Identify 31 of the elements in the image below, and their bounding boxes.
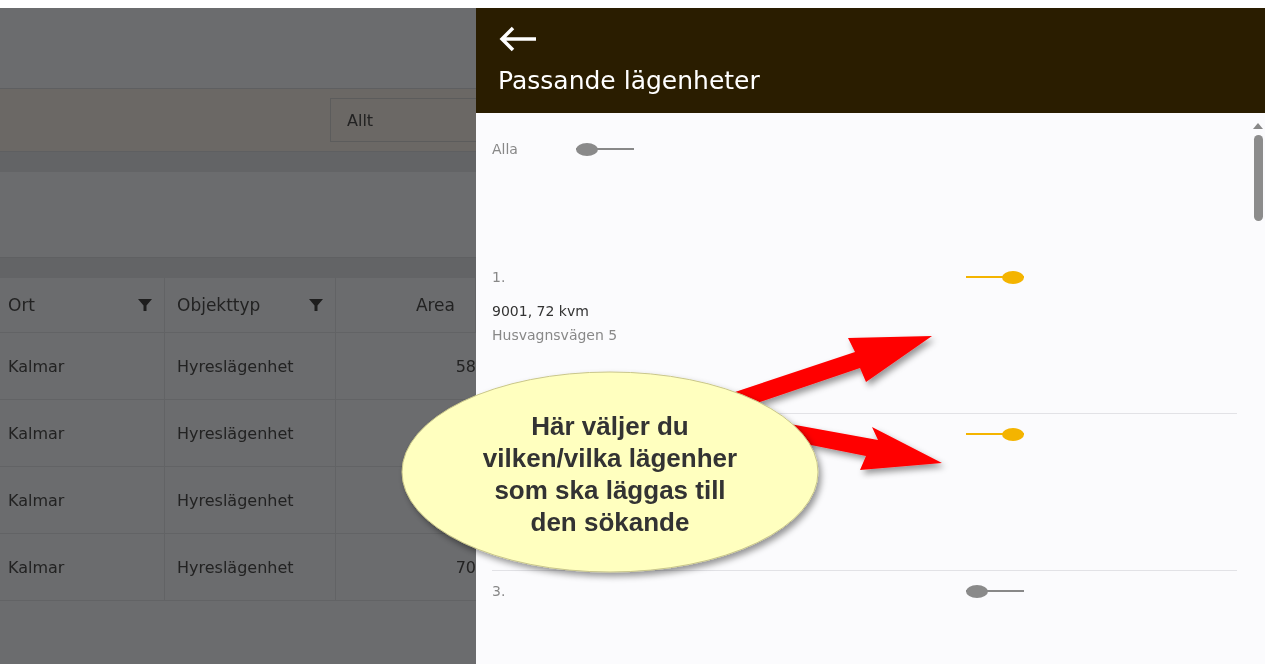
table-cell: Kalmar: [8, 490, 65, 510]
column-label: Ort: [8, 295, 36, 315]
scroll-up-icon[interactable]: [1253, 123, 1263, 129]
drawer-title: Passande lägenheter: [498, 66, 761, 95]
filter-icon[interactable]: [309, 298, 323, 312]
toggle-switch[interactable]: [575, 143, 634, 155]
toggle-switch[interactable]: [966, 271, 1024, 283]
column-header[interactable]: Ort: [0, 278, 165, 332]
all-label: Alla: [492, 141, 518, 157]
callout-text: Här väljer du vilken/vilka lägenher som ska läggas till den sökande: [481, 410, 739, 538]
filter-icon[interactable]: [138, 298, 152, 312]
column-label: Area: [415, 295, 455, 315]
back-arrow-icon[interactable]: [498, 26, 538, 52]
toggle-switch[interactable]: [966, 428, 1024, 440]
table-cell: Hyreslägenhet: [177, 356, 294, 376]
column-label: Objekttyp: [177, 295, 261, 315]
table-cell: 70: [455, 557, 476, 577]
table-cell: Hyreslägenhet: [177, 423, 294, 443]
table-cell: Hyreslägenhet: [177, 557, 294, 577]
table-cell: 58: [455, 356, 476, 376]
table-cell: Hyreslägenhet: [177, 490, 294, 510]
scrollbar-thumb[interactable]: [1253, 135, 1263, 221]
apartment-address: Husvagnsvägen 5: [492, 327, 619, 343]
item-number: 3.: [492, 583, 506, 599]
table-cell: Kalmar: [8, 356, 65, 376]
toggle-switch[interactable]: [966, 585, 1024, 597]
column-header[interactable]: Objekttyp: [165, 278, 336, 332]
table-cell: Kalmar: [8, 423, 65, 443]
apartment-title: 9001, 72 kvm: [492, 303, 590, 319]
item-number: 1.: [492, 269, 506, 285]
table-cell: Kalmar: [8, 557, 65, 577]
